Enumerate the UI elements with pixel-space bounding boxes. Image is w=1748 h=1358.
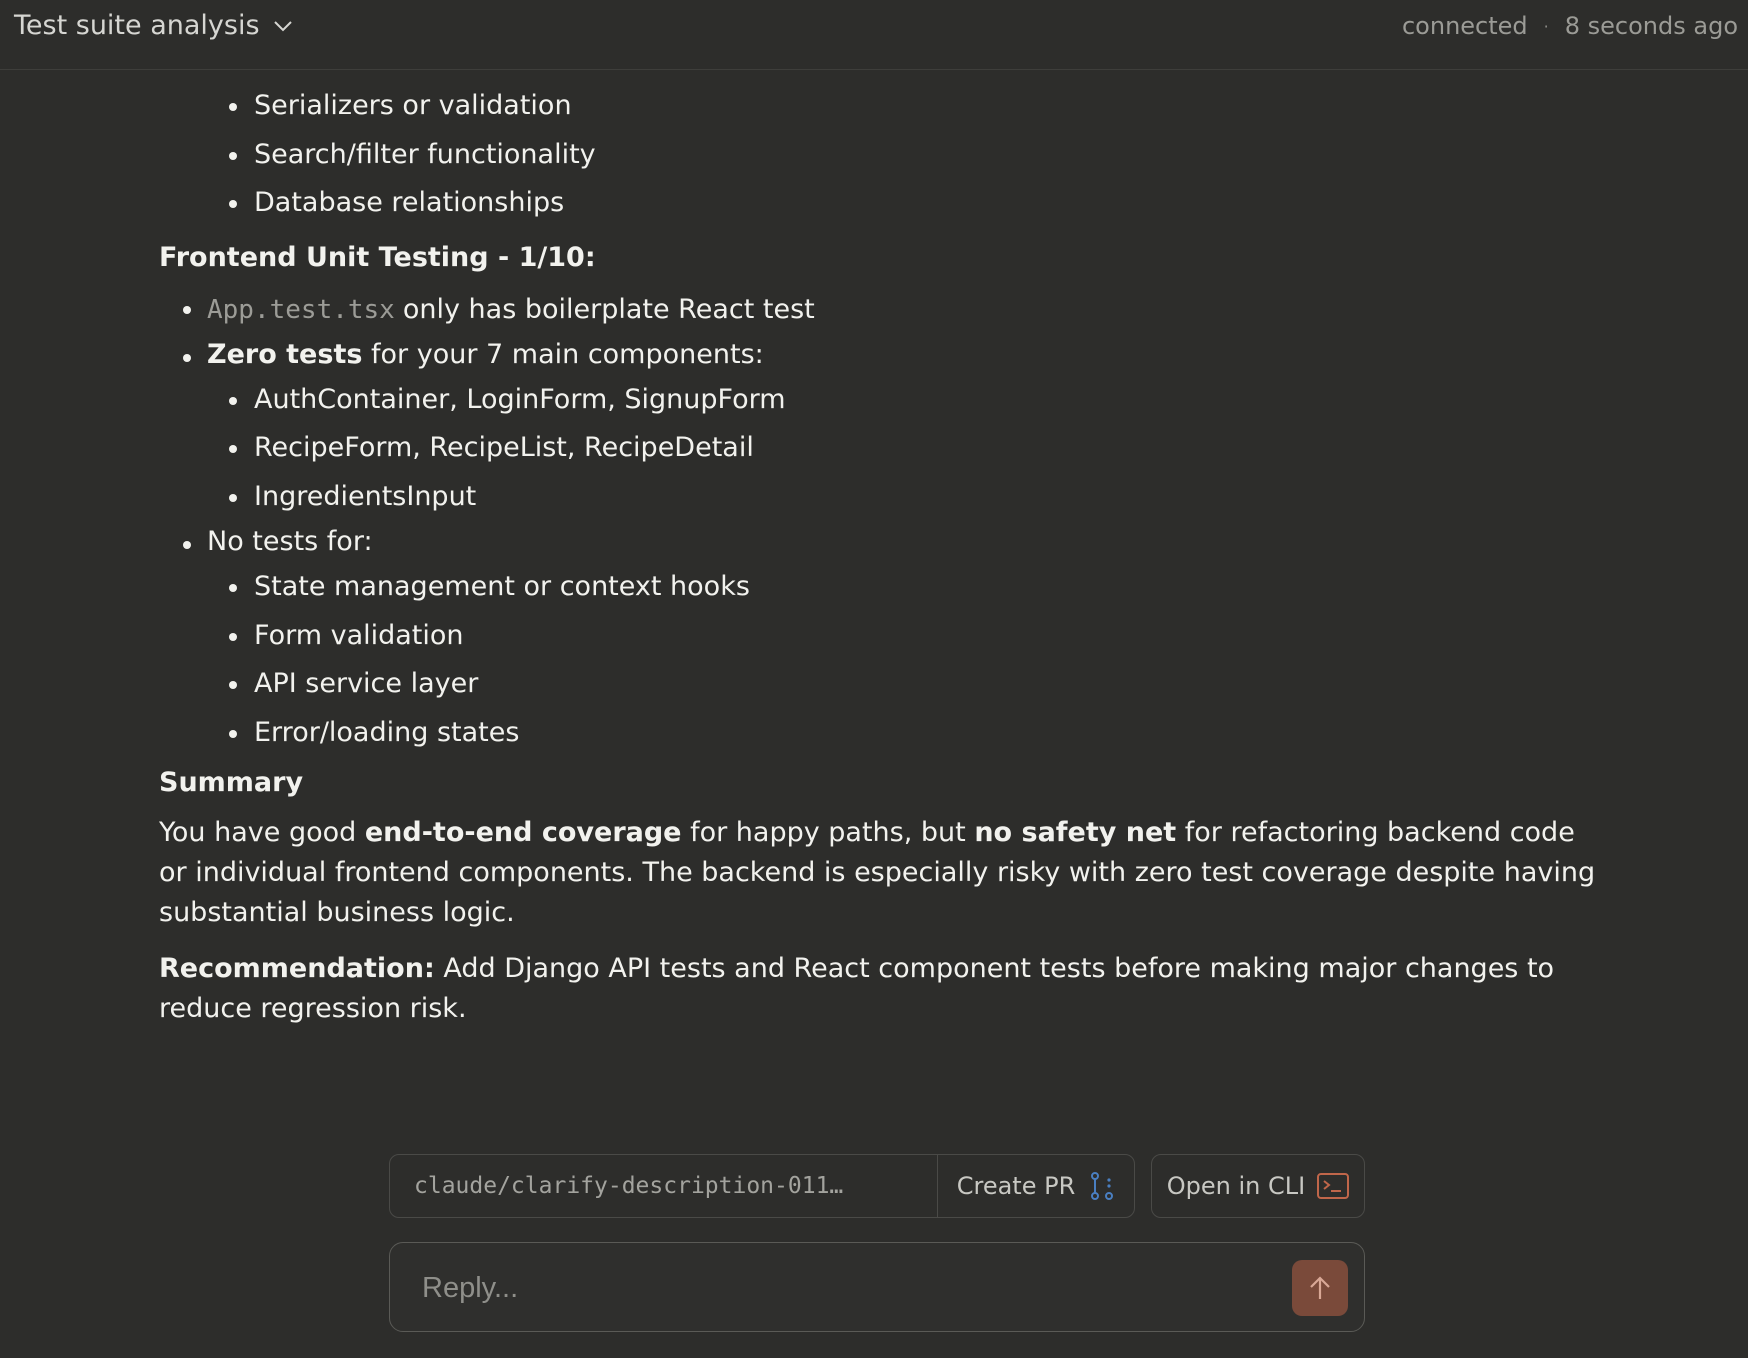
backend-missing-list: Serializers or validation Search/filter … <box>159 82 1599 228</box>
separator-dot: · <box>1543 16 1549 36</box>
inline-code: App.test.tsx <box>207 294 395 325</box>
chevron-down-icon <box>273 20 292 31</box>
pr-action-bar: claude/clarify-description-011… Create P… <box>389 1154 1135 1218</box>
missing-tests-list: State management or context hooks Form v… <box>207 563 1599 757</box>
reply-box <box>389 1242 1365 1332</box>
list-item: Database relationships <box>229 179 1599 228</box>
open-in-cli-button[interactable]: Open in CLI <box>1151 1154 1365 1218</box>
list-item: No tests for: State management or contex… <box>207 521 1599 757</box>
status-text: connected <box>1401 12 1528 40</box>
bold-text: no safety net <box>974 817 1177 848</box>
summary-text: You have good <box>159 817 365 848</box>
conversation-title-dropdown[interactable]: Test suite analysis <box>14 10 294 41</box>
list-item: IngredientsInput <box>229 473 1599 522</box>
recommendation-paragraph: Recommendation: Add Django API tests and… <box>159 949 1599 1029</box>
create-pr-button[interactable]: Create PR <box>938 1155 1134 1217</box>
reply-input[interactable] <box>420 1265 1244 1311</box>
list-item-text: for your 7 main components: <box>371 338 764 370</box>
list-item: Form validation <box>229 612 1599 661</box>
summary-heading: Summary <box>159 767 304 798</box>
send-button[interactable] <box>1292 1260 1348 1316</box>
terminal-icon <box>1317 1173 1350 1199</box>
arrow-up-icon <box>1310 1276 1330 1299</box>
last-updated: 8 seconds ago <box>1564 12 1738 40</box>
list-item-text: No tests for: <box>207 526 373 557</box>
frontend-heading: Frontend Unit Testing - 1/10: <box>159 241 596 273</box>
branch-name[interactable]: claude/clarify-description-011… <box>390 1155 938 1217</box>
bold-text: end-to-end coverage <box>364 817 682 848</box>
conversation-title: Test suite analysis <box>14 10 260 41</box>
list-item: Zero tests for your 7 main components: A… <box>207 334 1599 522</box>
list-item: Serializers or validation <box>229 82 1599 131</box>
open-cli-label: Open in CLI <box>1166 1172 1306 1200</box>
list-item: App.test.tsx only has boilerplate React … <box>207 286 1599 334</box>
list-item: API service layer <box>229 660 1599 709</box>
summary-paragraph: You have good end-to-end coverage for ha… <box>159 813 1599 933</box>
list-item-text: only has boilerplate React test <box>402 293 815 325</box>
recommendation-label: Recommendation: <box>159 953 435 984</box>
pull-request-icon <box>1091 1172 1114 1200</box>
create-pr-label: Create PR <box>956 1172 1076 1200</box>
list-item: Search/filter functionality <box>229 131 1599 180</box>
summary-text: for happy paths, but <box>681 817 975 848</box>
list-item: AuthContainer, LoginForm, SignupForm <box>229 376 1599 425</box>
components-list: AuthContainer, LoginForm, SignupForm Rec… <box>207 376 1599 522</box>
bold-text: Zero tests <box>207 338 363 370</box>
connection-status: connected · 8 seconds ago <box>1402 12 1738 40</box>
list-item: RecipeForm, RecipeList, RecipeDetail <box>229 424 1599 473</box>
list-item: Error/loading states <box>229 709 1599 758</box>
message-content: Serializers or validation Search/filter … <box>159 44 1599 1029</box>
frontend-list: App.test.tsx only has boilerplate React … <box>159 286 1599 758</box>
list-item: State management or context hooks <box>229 563 1599 612</box>
top-bar: Test suite analysis connected · 8 second… <box>0 0 1748 70</box>
